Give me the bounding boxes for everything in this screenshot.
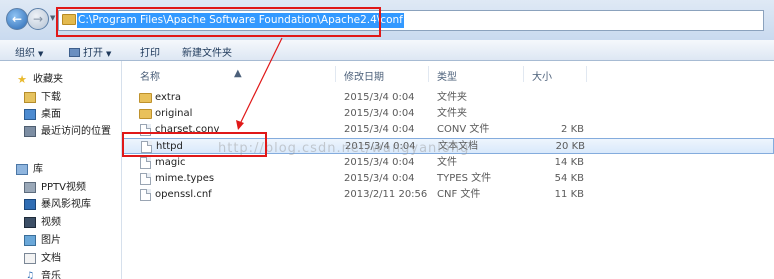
list-item[interactable]: magic 2015/3/4 0:04 文件 14 KB: [122, 155, 774, 171]
command-bar: 组织 ▼ 打开 ▼ 打印 新建文件夹: [0, 40, 774, 61]
pptv-icon: [24, 182, 36, 193]
list-item[interactable]: extra 2015/3/4 0:04 文件夹: [122, 90, 774, 106]
sidebar-item-label: 图片: [41, 235, 61, 246]
file-size: 20 KB: [555, 141, 585, 152]
file-type: 文件夹: [437, 92, 467, 103]
video-icon: [24, 217, 36, 228]
file-name: openssl.cnf: [155, 189, 212, 200]
new-folder-button[interactable]: 新建文件夹: [182, 44, 232, 59]
navigation-pane: ★ 收藏夹 下载 桌面 最近访问的位置 库 PPTV视频 暴风影视库 视频 图片…: [0, 61, 122, 279]
file-icon: [140, 157, 151, 169]
open-icon: [69, 48, 80, 57]
open-menu-button[interactable]: 打开 ▼: [69, 44, 111, 59]
new-folder-label: 新建文件夹: [182, 48, 232, 59]
sidebar-item-label: 下载: [41, 92, 61, 103]
file-type: CNF 文件: [437, 189, 481, 200]
organize-label: 组织: [15, 48, 35, 59]
file-list: ▲ 名称 修改日期 类型 大小 extra 2015/3/4 0:04 文件夹 …: [122, 61, 774, 279]
file-icon: [140, 189, 151, 201]
sidebar-item-label: 库: [33, 164, 43, 175]
file-type: 文件夹: [437, 108, 467, 119]
file-date: 2015/3/4 0:04: [344, 157, 415, 168]
column-header-row: ▲ 名称 修改日期 类型 大小: [122, 64, 774, 84]
sidebar-item-label: 桌面: [41, 109, 61, 120]
sidebar-item-music[interactable]: ♫ 音乐: [0, 268, 122, 279]
desktop-icon: [24, 109, 36, 120]
sidebar-item-label: PPTV视频: [41, 182, 87, 193]
star-icon: ★: [17, 73, 27, 86]
file-icon: [140, 173, 151, 185]
sidebar-item-pictures[interactable]: 图片: [0, 232, 122, 250]
folder-icon: [139, 93, 152, 103]
file-date: 2015/3/4 0:04: [344, 124, 415, 135]
file-date: 2015/3/4 0:04: [344, 173, 415, 184]
file-type: CONV 文件: [437, 124, 490, 135]
chevron-down-icon: ▼: [106, 50, 112, 58]
library-icon: [16, 164, 28, 175]
organize-menu-button[interactable]: 组织 ▼: [15, 44, 43, 59]
sidebar-item-label: 视频: [41, 217, 61, 228]
address-annotation-box: [56, 7, 381, 37]
sidebar-item-pptv[interactable]: PPTV视频: [0, 179, 122, 197]
documents-icon: [24, 253, 36, 264]
column-divider[interactable]: [335, 66, 336, 82]
column-divider[interactable]: [428, 66, 429, 82]
file-size: 14 KB: [554, 157, 584, 168]
sidebar-item-videos[interactable]: 视频: [0, 214, 122, 232]
sidebar-item-label: 最近访问的位置: [41, 126, 111, 137]
music-icon: ♫: [25, 271, 35, 279]
file-date: 2015/3/4 0:04: [344, 92, 415, 103]
column-header-name[interactable]: 名称: [140, 68, 160, 83]
list-item[interactable]: openssl.cnf 2013/2/11 20:56 CNF 文件 11 KB: [122, 187, 774, 203]
file-name: extra: [155, 92, 182, 103]
file-name: original: [155, 108, 193, 119]
print-label: 打印: [140, 48, 160, 59]
column-header-date[interactable]: 修改日期: [344, 68, 384, 83]
pictures-icon: [24, 235, 36, 246]
list-item[interactable]: original 2015/3/4 0:04 文件夹: [122, 106, 774, 122]
video-library-icon: [24, 199, 36, 210]
sidebar-item-label: 收藏夹: [33, 74, 63, 85]
print-button[interactable]: 打印: [140, 44, 160, 59]
sort-ascending-icon: ▲: [234, 68, 242, 79]
file-date: 2013/2/11 20:56: [344, 189, 428, 200]
open-label: 打开: [83, 48, 103, 59]
back-button[interactable]: ←: [6, 8, 28, 30]
file-size: 54 KB: [554, 173, 584, 184]
folder-icon: [139, 109, 152, 119]
sidebar-item-desktop[interactable]: 桌面: [0, 106, 122, 124]
file-name: mime.types: [155, 173, 215, 184]
column-divider[interactable]: [586, 66, 587, 82]
file-type: TYPES 文件: [437, 173, 492, 184]
file-type: 文件: [437, 157, 457, 168]
sidebar-item-documents[interactable]: 文档: [0, 250, 122, 268]
column-header-type[interactable]: 类型: [437, 68, 457, 83]
file-date: 2015/3/4 0:04: [344, 108, 415, 119]
sidebar-item-video-library[interactable]: 暴风影视库: [0, 196, 122, 214]
httpd-annotation-box: [122, 132, 267, 157]
sidebar-item-favorites[interactable]: ★ 收藏夹: [0, 71, 122, 89]
sidebar-item-recent-places[interactable]: 最近访问的位置: [0, 123, 122, 141]
history-dropdown-icon[interactable]: ▼: [50, 14, 55, 22]
sidebar-item-label: 音乐: [41, 271, 61, 279]
download-folder-icon: [24, 92, 36, 103]
sidebar-item-label: 暴风影视库: [41, 199, 91, 210]
list-item[interactable]: mime.types 2015/3/4 0:04 TYPES 文件 54 KB: [122, 171, 774, 187]
column-divider[interactable]: [523, 66, 524, 82]
forward-button[interactable]: →: [27, 8, 49, 30]
file-name: magic: [155, 157, 186, 168]
file-size: 11 KB: [554, 189, 584, 200]
file-size: 2 KB: [561, 124, 584, 135]
chevron-down-icon: ▼: [38, 50, 44, 58]
recent-places-icon: [24, 126, 36, 137]
sidebar-item-libraries[interactable]: 库: [0, 161, 122, 179]
column-header-size[interactable]: 大小: [532, 68, 552, 83]
sidebar-item-downloads[interactable]: 下载: [0, 89, 122, 107]
sidebar-item-label: 文档: [41, 253, 61, 264]
